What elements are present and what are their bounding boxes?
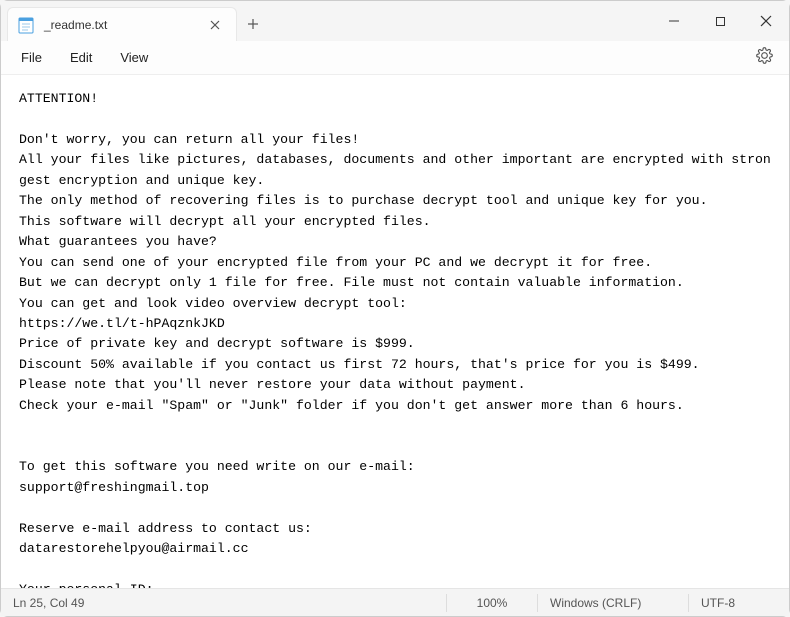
menubar: File Edit View	[1, 41, 789, 75]
settings-button[interactable]	[746, 41, 783, 75]
tab-close-button[interactable]	[204, 15, 226, 35]
status-zoom[interactable]: 100%	[447, 589, 537, 616]
new-tab-button[interactable]	[237, 7, 269, 41]
tab-title: _readme.txt	[44, 18, 204, 32]
status-position[interactable]: Ln 25, Col 49	[1, 589, 96, 616]
maximize-button[interactable]	[697, 1, 743, 41]
menu-file[interactable]: File	[7, 44, 56, 71]
notepad-icon	[18, 16, 34, 34]
menu-edit[interactable]: Edit	[56, 44, 106, 71]
text-editor-area[interactable]: ATTENTION! Don't worry, you can return a…	[1, 75, 789, 588]
document-text: ATTENTION! Don't worry, you can return a…	[19, 91, 771, 588]
titlebar: _readme.txt	[1, 1, 789, 41]
minimize-button[interactable]	[651, 1, 697, 41]
menu-view[interactable]: View	[106, 44, 162, 71]
tab-active[interactable]: _readme.txt	[7, 7, 237, 41]
status-encoding[interactable]: UTF-8	[689, 589, 789, 616]
status-line-ending[interactable]: Windows (CRLF)	[538, 589, 688, 616]
close-button[interactable]	[743, 1, 789, 41]
window-controls	[651, 1, 789, 41]
gear-icon	[756, 47, 773, 64]
statusbar: Ln 25, Col 49 100% Windows (CRLF) UTF-8	[1, 588, 789, 616]
